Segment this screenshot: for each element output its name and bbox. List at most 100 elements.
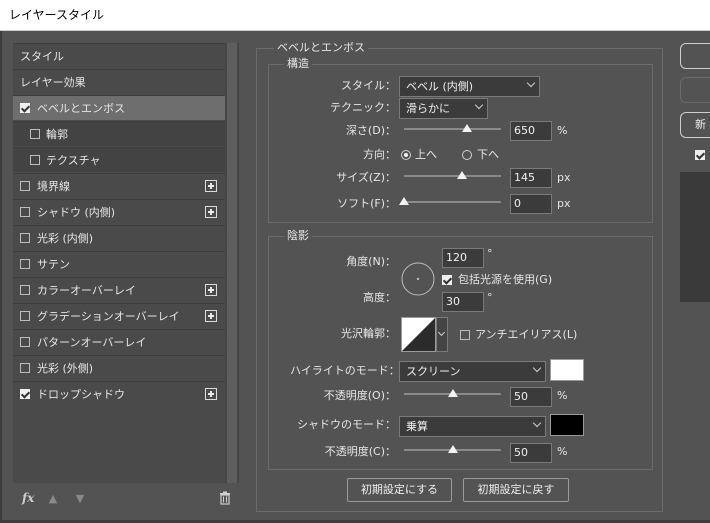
style-list-item-label: ベベルとエンボス [37,102,125,115]
depth-input[interactable]: 650 [510,121,552,141]
depth-slider-thumb[interactable] [462,124,473,132]
style-select-value: ベベル (内側) [406,80,474,93]
style-list-item[interactable]: テクスチャ [13,147,238,172]
shadow-opacity-thumb[interactable] [447,445,458,453]
style-list-item[interactable]: スタイル [13,43,238,68]
shadow-mode-label: シャドウのモード： [297,418,396,431]
direction-up-radio[interactable] [401,150,411,160]
soften-slider-thumb[interactable] [399,197,409,205]
make-default-button[interactable]: 初期設定にする [347,478,452,502]
style-enable-checkbox[interactable] [20,337,30,347]
add-effect-plus-icon[interactable] [205,388,217,400]
style-list-item[interactable]: 光彩 (内側) [13,225,238,250]
style-enable-checkbox[interactable] [20,259,30,269]
antialias-checkbox[interactable] [460,330,470,340]
global-light-checkbox[interactable] [442,275,452,285]
add-effect-plus-icon[interactable] [205,206,217,218]
style-enable-checkbox[interactable] [20,389,30,399]
style-list-item[interactable]: 輪郭 [13,121,238,146]
style-list-item[interactable]: 境界線 [13,173,238,198]
technique-select-value: 滑らかに [406,102,450,115]
preview-checkbox[interactable] [695,150,705,160]
gloss-contour-dropdown[interactable] [436,317,448,352]
highlight-mode-label: ハイライトのモード： [290,364,400,377]
highlight-color-swatch[interactable] [550,359,584,381]
style-enable-checkbox[interactable] [30,129,40,139]
window-frame-left [0,31,2,523]
direction-up-label[interactable]: 上へ [415,145,437,165]
chevron-down-icon [437,328,446,337]
shadow-opacity-input[interactable]: 50 [510,443,552,463]
style-list-item[interactable]: カラーオーバーレイ [13,277,238,302]
depth-label: 深さ(D)： [345,124,396,137]
gloss-contour-thumbnail[interactable] [401,317,436,352]
move-down-icon[interactable]: ▼ [73,492,87,506]
size-slider-thumb[interactable] [457,171,468,179]
new-style-button[interactable]: 新 [680,112,710,138]
soften-input[interactable]: 0 [510,194,552,214]
shadow-opacity-slider[interactable] [404,445,501,453]
style-list-item[interactable]: ベベルとエンボス [13,95,238,120]
style-list-item-label: パターンオーバーレイ [37,336,147,349]
style-list-item[interactable]: シャドウ (内側) [13,199,238,224]
gloss-contour-label: 光沢輪郭： [341,327,396,340]
direction-down-radio[interactable] [462,150,472,160]
highlight-opacity-thumb[interactable] [447,389,458,397]
window-title: レイヤースタイル [0,0,710,31]
style-enable-checkbox[interactable] [20,103,30,113]
styles-list-scrollbar[interactable] [225,43,239,483]
style-enable-checkbox[interactable] [20,181,30,191]
shadow-color-swatch[interactable] [550,414,584,436]
fx-icon[interactable]: fx [22,491,34,505]
style-list-item[interactable]: グラデーションオーバーレイ [13,303,238,328]
soften-slider[interactable] [399,197,501,205]
depth-unit: % [557,124,568,137]
reset-default-button[interactable]: 初期設定に戻す [463,478,569,502]
style-enable-checkbox[interactable] [20,233,30,243]
altitude-input[interactable]: 30 [442,292,484,312]
trash-icon[interactable] [218,491,232,505]
chevron-down-icon [474,100,484,110]
global-light-label[interactable]: 包括光源を使用(G) [458,270,552,290]
style-list-item[interactable]: 光彩 (外側) [13,355,238,380]
ok-button[interactable] [680,43,710,69]
style-select[interactable]: ベベル (内側) [399,76,540,97]
add-effect-plus-icon[interactable] [205,310,217,322]
highlight-opacity-input[interactable]: 50 [510,387,552,407]
highlight-mode-select[interactable]: スクリーン [399,361,546,382]
style-enable-checkbox[interactable] [20,207,30,217]
style-enable-checkbox[interactable] [30,155,40,165]
size-label: サイズ(Z)： [336,171,396,184]
size-slider[interactable] [404,171,501,179]
scrollbar-thumb[interactable] [227,43,237,483]
highlight-opacity-label: 不透明度(O)： [323,389,396,402]
angle-input[interactable]: 120 [442,248,484,268]
altitude-unit: ° [487,291,493,304]
add-effect-plus-icon[interactable] [205,180,217,192]
add-effect-plus-icon[interactable] [205,284,217,296]
antialias-label[interactable]: アンチエイリアス(L) [475,325,577,345]
cancel-button[interactable] [680,77,710,103]
angle-unit: ° [487,247,493,260]
angle-dial[interactable] [400,261,436,297]
chevron-down-icon [532,418,542,428]
size-input[interactable]: 145 [510,168,552,188]
style-list-item-label: スタイル [20,50,64,63]
highlight-opacity-slider[interactable] [404,389,501,397]
style-enable-checkbox[interactable] [20,363,30,373]
direction-down-label[interactable]: 下へ [477,145,499,165]
style-list-item[interactable]: サテン [13,251,238,276]
angle-label: 角度(N)： [346,255,396,268]
style-list-item[interactable]: パターンオーバーレイ [13,329,238,354]
style-list-item-label: 輪郭 [46,128,68,141]
depth-slider[interactable] [404,124,501,132]
style-list-item[interactable]: ドロップシャドウ [13,381,238,406]
technique-select[interactable]: 滑らかに [399,98,488,119]
shadow-mode-select[interactable]: 乗算 [399,416,546,437]
size-unit: px [557,171,571,184]
style-list-item-label: テクスチャ [46,154,101,167]
style-enable-checkbox[interactable] [20,311,30,321]
style-list-item[interactable]: レイヤー効果 [13,69,238,94]
style-enable-checkbox[interactable] [20,285,30,295]
move-up-icon[interactable]: ▲ [46,492,60,506]
